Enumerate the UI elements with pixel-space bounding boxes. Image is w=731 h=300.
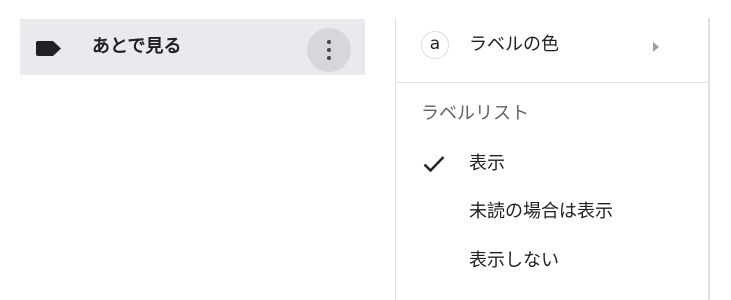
- section-heading-label-list: ラベルリスト: [421, 103, 529, 124]
- submenu-arrow-icon: [653, 42, 659, 52]
- menu-item-hide[interactable]: 表示しない: [395, 241, 708, 281]
- menu-item-label: ラベルの色: [469, 34, 559, 55]
- more-vertical-icon-dot: [327, 56, 331, 60]
- more-options-button[interactable]: [307, 28, 351, 72]
- label-options-menu: a ラベルの色 ラベルリスト 表示 未読の場合は表示 表示しない: [395, 18, 710, 300]
- more-vertical-icon: [327, 40, 331, 44]
- more-vertical-icon-dot: [327, 48, 331, 52]
- menu-divider: [395, 82, 708, 83]
- label-color-swatch: a: [421, 31, 449, 59]
- label-name: あとで見る: [92, 36, 182, 57]
- label-icon: [36, 41, 61, 56]
- menu-item-label: 未読の場合は表示: [469, 201, 613, 222]
- menu-border: [395, 18, 396, 300]
- menu-item-label: 表示: [469, 153, 505, 174]
- menu-item-label-color[interactable]: a ラベルの色: [395, 28, 708, 68]
- check-icon: [423, 156, 445, 173]
- menu-item-show[interactable]: 表示: [395, 144, 708, 184]
- menu-item-show-if-unread[interactable]: 未読の場合は表示: [395, 192, 708, 232]
- menu-item-label: 表示しない: [469, 250, 559, 271]
- label-row-atodemiru[interactable]: あとで見る: [20, 19, 365, 75]
- menu-border: [708, 18, 710, 300]
